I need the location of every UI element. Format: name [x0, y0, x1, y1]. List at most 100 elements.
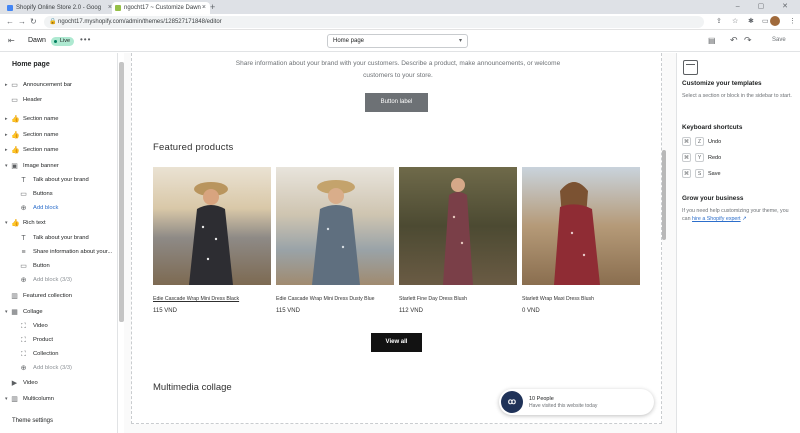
shortcut-key: S: [695, 169, 704, 178]
product-image[interactable]: [153, 167, 271, 285]
sidebar-item-multicolumn[interactable]: ▾ ▥ Multicolumn: [0, 393, 118, 406]
frame-icon: ⛶: [21, 351, 26, 358]
browser-menu-icon[interactable]: ⋮: [789, 17, 796, 27]
page-select-value: Home page: [333, 38, 365, 44]
sidebar-block-video[interactable]: ⛶ Video: [0, 320, 118, 333]
product-name[interactable]: Edie Cascade Wrap Mini Dress Black: [153, 296, 239, 302]
redo-icon[interactable]: ↷: [744, 35, 752, 46]
forward-icon[interactable]: →: [18, 17, 26, 27]
desktop-view-icon[interactable]: ▤: [708, 36, 716, 45]
customize-templates-icon: [683, 60, 698, 75]
share-icon[interactable]: ⇪: [716, 17, 722, 27]
caret-down-icon[interactable]: ▾: [5, 160, 8, 173]
plus-circle-icon: ⊕: [20, 365, 27, 372]
thumbs-up-icon: 👍: [11, 116, 20, 123]
live-badge: Live: [51, 37, 75, 46]
new-tab-icon[interactable]: +: [210, 2, 215, 12]
sidebar-block-product[interactable]: ⛶ Product: [0, 334, 118, 347]
frame-icon: ⛶: [21, 323, 26, 330]
sidebar-panel-icon[interactable]: ▭: [762, 17, 769, 27]
preview-scrollbar[interactable]: [662, 150, 666, 240]
sidebar-item-header[interactable]: ▭ Header: [0, 94, 118, 107]
sidebar-block-share-info[interactable]: ≡ Share information about your...: [0, 246, 118, 259]
grow-title: Grow your business: [682, 195, 744, 202]
sidebar-item-featured-collection[interactable]: ▥ Featured collection: [0, 290, 118, 303]
featured-products-heading[interactable]: Featured products: [153, 142, 234, 153]
theme-name: Dawn: [28, 37, 46, 44]
sidebar-item-rich-text[interactable]: ▾ 👍 Rich text: [0, 217, 118, 230]
sidebar-block-button[interactable]: ▭ Button: [0, 260, 118, 273]
visitors-popup[interactable]: ꝏ 10 People Have visited this website to…: [499, 389, 654, 415]
sidebar-item-label: Add block (3/3): [33, 277, 72, 283]
star-icon[interactable]: ☆: [732, 17, 738, 27]
add-block-button-disabled: ⊕ Add block (3/3): [0, 362, 118, 375]
theme-settings-link[interactable]: Theme settings: [12, 418, 53, 424]
product-image[interactable]: [276, 167, 394, 285]
profile-avatar[interactable]: [770, 16, 780, 26]
caret-right-icon[interactable]: ▸: [5, 144, 8, 157]
browser-tab-active[interactable]: ngocht17 ~ Customize Dawn · ×: [112, 2, 210, 14]
sidebar-item-section-1[interactable]: ▸ 👍 Section name: [0, 113, 118, 126]
window-controls[interactable]: – ▢ ✕: [736, 2, 796, 10]
sections-sidebar: Home page ▸ ▭ Announcement bar ▭ Header ▸ 👍 S…: [0, 53, 118, 433]
paragraph-icon: ≡: [21, 249, 26, 256]
product-name[interactable]: Edie Cascade Wrap Mini Dress Dusty Blue: [276, 296, 375, 302]
more-actions-icon[interactable]: •••: [80, 35, 91, 44]
sidebar-item-video[interactable]: ▶ Video: [0, 377, 118, 390]
extensions-icon[interactable]: ✱: [748, 17, 754, 27]
sidebar-item-label: Video: [23, 380, 38, 386]
sidebar-item-image-banner[interactable]: ▾ ▣ Image banner: [0, 160, 118, 173]
hire-expert-link[interactable]: hire a Shopify expert: [692, 216, 741, 222]
sidebar-item-section-2[interactable]: ▸ 👍 Section name: [0, 129, 118, 142]
sidebar-item-label: Video: [33, 323, 48, 329]
plus-circle-icon: ⊕: [20, 205, 27, 212]
product-name[interactable]: Starlett Fine Day Dress Blush: [399, 296, 467, 302]
product-photo-dress-blush: [443, 178, 473, 285]
reload-icon[interactable]: ↻: [30, 17, 37, 27]
sidebar-item-label: Collection: [33, 351, 59, 357]
multimedia-collage-heading[interactable]: Multimedia collage: [153, 382, 232, 393]
caret-right-icon[interactable]: ▸: [5, 129, 8, 142]
tab-title: ngocht17 ~ Customize Dawn ·: [124, 5, 205, 11]
rich-text-description[interactable]: Share information about your brand with …: [233, 58, 563, 82]
rich-text-button[interactable]: Button label: [365, 93, 428, 112]
caret-down-icon[interactable]: ▾: [5, 393, 8, 406]
sidebar-block-collection[interactable]: ⛶ Collection: [0, 348, 118, 361]
sidebar-item-label: Image banner: [23, 163, 59, 169]
sidebar-item-label: Product: [33, 337, 53, 343]
text-icon: T: [21, 235, 26, 242]
product-name[interactable]: Starlett Wrap Maxi Dress Blush: [522, 296, 594, 302]
command-key-icon: ⌘: [682, 169, 691, 178]
caret-right-icon[interactable]: ▸: [5, 113, 8, 126]
people-icon: ꝏ: [501, 391, 523, 413]
back-icon[interactable]: ←: [6, 17, 14, 27]
product-image[interactable]: [522, 167, 640, 285]
caret-down-icon[interactable]: ▾: [5, 217, 8, 230]
view-all-button[interactable]: View all: [371, 333, 422, 352]
sidebar-item-label: Section name: [23, 147, 59, 153]
product-image[interactable]: [399, 167, 517, 285]
sidebar-item-collage[interactable]: ▾ ▦ Collage: [0, 306, 118, 319]
sidebar-block-talk-about-brand[interactable]: T Talk about your brand: [0, 174, 118, 187]
help-panel: [676, 53, 800, 433]
sidebar-item-section-3[interactable]: ▸ 👍 Section name: [0, 144, 118, 157]
add-block-button[interactable]: ⊕ Add block: [0, 202, 118, 215]
page-select[interactable]: Home page ▾: [327, 34, 468, 48]
shortcut-key: Z: [695, 137, 704, 146]
caret-right-icon[interactable]: ▸: [5, 79, 8, 92]
caret-down-icon[interactable]: ▾: [5, 306, 8, 319]
close-tab-icon[interactable]: ×: [202, 2, 206, 14]
external-link-icon[interactable]: ↗: [742, 216, 746, 222]
popup-subtitle: Have visited this website today: [529, 403, 598, 409]
address-bar-row: ← → ↻ 🔒 ngocht17.myshopify.com/admin/them…: [0, 14, 800, 30]
sidebar-item-announcement-bar[interactable]: ▸ ▭ Announcement bar: [0, 79, 118, 92]
browser-tab[interactable]: Shopify Online Store 2.0 - Goog ×: [4, 2, 116, 14]
exit-icon[interactable]: ⇤: [8, 36, 15, 45]
sidebar-item-label: Button: [33, 263, 50, 269]
product-photo-dress-black: [189, 182, 233, 285]
sidebar-block-talk-about-brand[interactable]: T Talk about your brand: [0, 232, 118, 245]
url-field[interactable]: 🔒 ngocht17.myshopify.com/admin/themes/128…: [44, 16, 704, 28]
save-button[interactable]: Save: [772, 37, 786, 43]
undo-icon[interactable]: ↶: [730, 35, 738, 46]
sidebar-block-buttons[interactable]: ▭ Buttons: [0, 188, 118, 201]
